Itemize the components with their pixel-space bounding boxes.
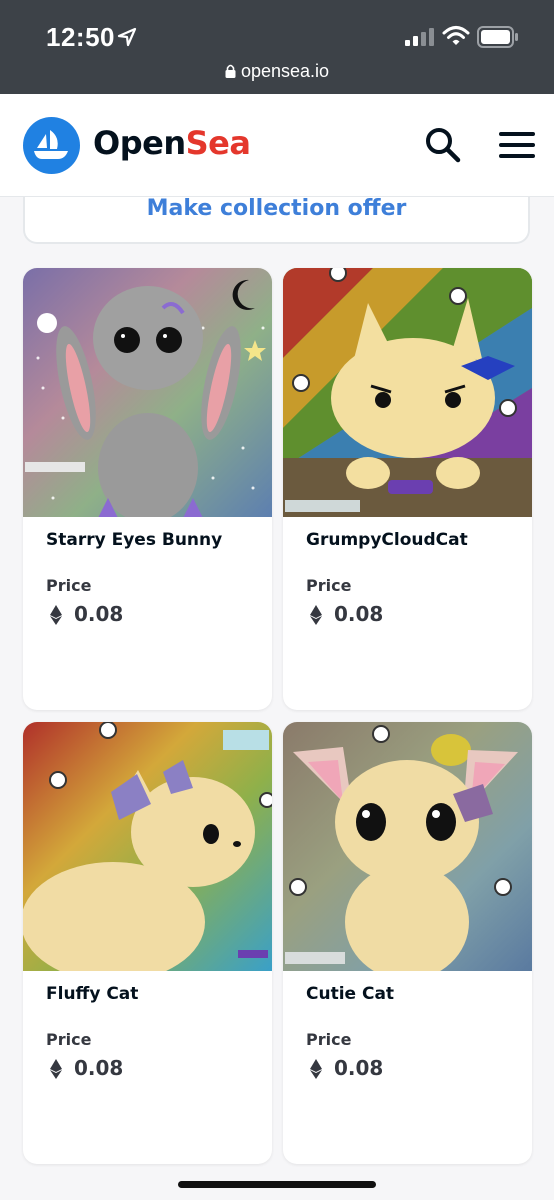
lock-icon — [225, 64, 236, 78]
nft-title: Starry Eyes Bunny — [46, 530, 223, 550]
battery-icon — [477, 26, 518, 48]
brand-wordmark[interactable]: OpenSea — [93, 124, 251, 162]
price-label: Price — [46, 576, 92, 595]
nft-card[interactable]: GrumpyCloudCat Price 0.08 — [283, 268, 532, 710]
nft-card[interactable]: Starry Eyes Bunny Price 0.08 — [23, 268, 272, 710]
home-indicator[interactable] — [178, 1181, 376, 1188]
brand-bolt: Sea — [185, 124, 251, 162]
hamburger-menu-icon[interactable] — [499, 132, 535, 158]
nft-card[interactable]: Cutie Cat Price 0.08 — [283, 722, 532, 1164]
ethereum-icon — [310, 605, 322, 625]
cellular-signal-icon — [405, 28, 434, 46]
price-label: Price — [306, 1030, 352, 1049]
site-header — [0, 94, 554, 197]
location-arrow-icon — [117, 27, 137, 47]
nft-image-starry-bunny — [23, 268, 272, 517]
offer-button-label: Make collection offer — [146, 196, 407, 221]
nft-title: GrumpyCloudCat — [306, 530, 468, 550]
ethereum-icon — [310, 1059, 322, 1079]
status-time: 12:50 — [46, 22, 115, 52]
nft-card[interactable]: Fluffy Cat Price 0.08 — [23, 722, 272, 1164]
nft-image-fluffy-cat — [23, 722, 272, 971]
nft-image-grumpy-cloud-cat — [283, 268, 532, 517]
ethereum-icon — [50, 605, 62, 625]
nft-title: Fluffy Cat — [46, 984, 139, 1004]
ethereum-icon — [50, 1059, 62, 1079]
search-icon[interactable] — [425, 127, 461, 163]
price-label: Price — [306, 576, 352, 595]
status-bar: 12:50 opensea.io — [0, 0, 554, 94]
price-value: 0.08 — [74, 1056, 124, 1080]
opensea-logo-icon[interactable] — [23, 117, 80, 174]
wifi-icon — [442, 26, 470, 45]
price-value: 0.08 — [334, 1056, 384, 1080]
price-value: 0.08 — [334, 602, 384, 626]
url-text: opensea.io — [240, 61, 330, 81]
make-collection-offer-button[interactable]: Make collection offer — [23, 196, 530, 244]
nft-image-cutie-cat — [283, 722, 532, 971]
nft-title: Cutie Cat — [306, 984, 395, 1004]
address-bar[interactable]: opensea.io — [0, 61, 554, 82]
price-value: 0.08 — [74, 602, 124, 626]
price-label: Price — [46, 1030, 92, 1049]
